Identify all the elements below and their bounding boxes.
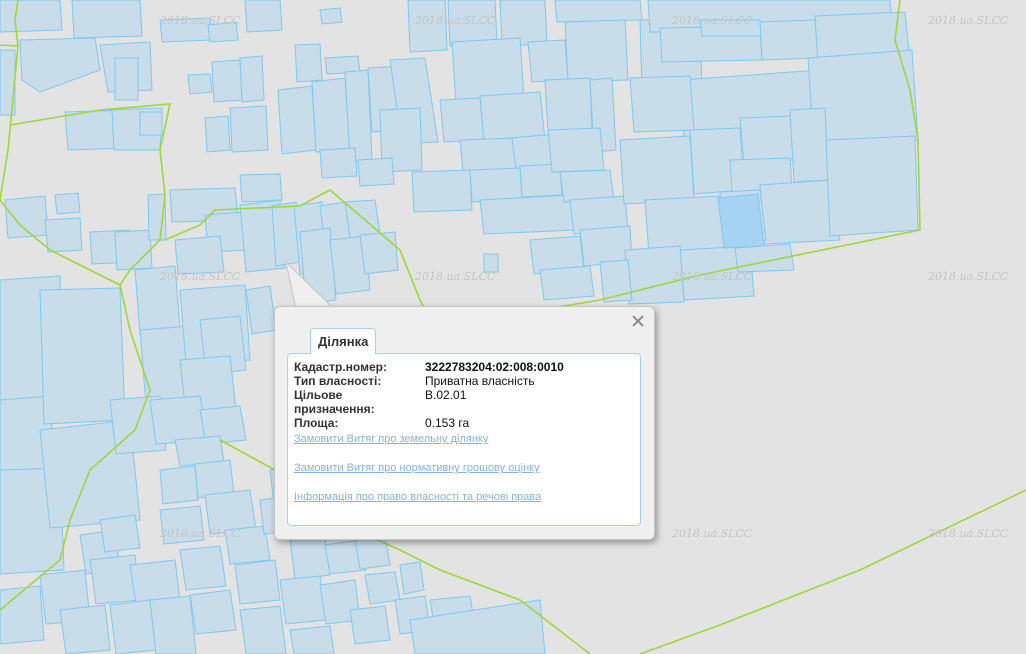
watermark: 2018.ua.SLCC — [928, 14, 1009, 27]
ownership-type-label: Тип власності: — [294, 374, 382, 388]
watermark: 2018.ua.SLCC — [160, 14, 241, 27]
table-row: Тип власності: Приватна власність — [294, 374, 564, 388]
table-row: Цільове призначення: В.02.01 — [294, 388, 564, 416]
ownership-rights-info-link[interactable]: Інформація про право власності та речові… — [294, 491, 541, 503]
order-valuation-extract-link[interactable]: Замовити Витяг про нормативну грошову оц… — [294, 462, 540, 474]
tab-parcel[interactable]: Ділянка — [310, 328, 377, 354]
table-row: Площа: 0.153 га — [294, 416, 564, 430]
cadastral-number-value: 3222783204:02:008:0010 — [425, 360, 564, 374]
purpose-label: Цільове призначення: — [294, 388, 375, 416]
selected-parcel[interactable] — [717, 193, 765, 249]
watermark: 2018.ua.SLCC — [160, 527, 241, 540]
parcel-attributes-table: Кадастр.номер: 3222783204:02:008:0010 Ти… — [294, 360, 564, 430]
purpose-value: В.02.01 — [425, 388, 467, 402]
watermark: 2018.ua.SLCC — [672, 527, 753, 540]
watermark: 2018.ua.SLCC — [928, 527, 1009, 540]
area-value: 0.153 га — [425, 416, 470, 430]
watermark: 2018.ua.SLCC — [160, 270, 241, 283]
watermark: 2018.ua.SLCC — [672, 14, 753, 27]
cadastral-number-label: Кадастр.номер: — [294, 360, 387, 374]
ownership-type-value: Приватна власність — [425, 374, 535, 388]
watermark: 2018.ua.SLCC — [415, 14, 496, 27]
table-row: Кадастр.номер: 3222783204:02:008:0010 — [294, 360, 564, 374]
parcel-info-panel: Кадастр.номер: 3222783204:02:008:0010 Ти… — [287, 353, 641, 526]
watermark: 2018.ua.SLCC — [672, 270, 753, 283]
order-land-extract-link[interactable]: Замовити Витяг про земельну ділянку — [294, 433, 488, 445]
watermark: 2018.ua.SLCC — [928, 270, 1009, 283]
parcel-info-popup: Ділянка Кадастр.номер: 3222783204:02:008… — [274, 306, 655, 540]
area-label: Площа: — [294, 416, 339, 430]
watermark: 2018.ua.SLCC — [415, 270, 496, 283]
close-icon[interactable] — [631, 314, 645, 328]
